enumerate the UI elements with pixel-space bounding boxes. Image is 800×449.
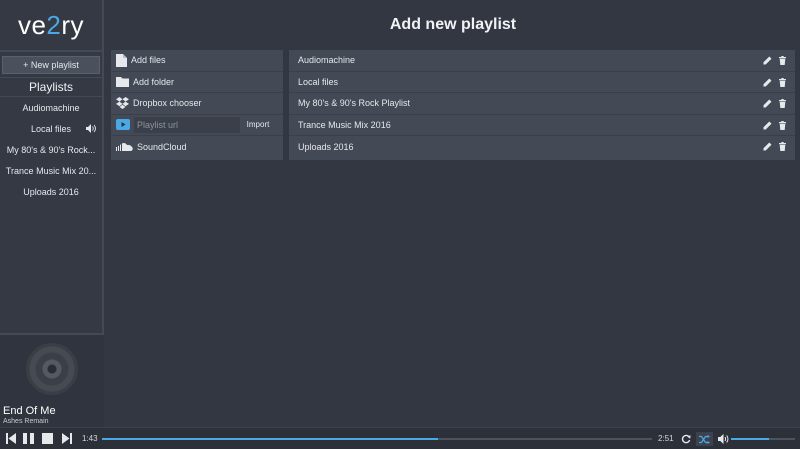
soundcloud-icon bbox=[116, 143, 133, 152]
dropbox-icon bbox=[116, 97, 129, 110]
shuffle-button[interactable] bbox=[696, 432, 713, 446]
playlist-name: Uploads 2016 bbox=[298, 141, 354, 152]
list-item[interactable]: Audiomachine bbox=[289, 50, 795, 72]
sidebar-item-80s-90s-rock[interactable]: My 80's & 90's Rock... bbox=[0, 139, 102, 160]
sidebar-item-uploads-2016[interactable]: Uploads 2016 bbox=[0, 181, 102, 202]
repeat-icon[interactable] bbox=[681, 434, 691, 444]
pencil-icon[interactable] bbox=[763, 78, 772, 87]
page-title: Add new playlist bbox=[389, 16, 517, 33]
pencil-icon[interactable] bbox=[763, 99, 772, 108]
sidebar-item-local-files[interactable]: Local files bbox=[0, 118, 102, 139]
playlist-url-input[interactable] bbox=[134, 116, 240, 133]
album-art-disc bbox=[26, 343, 78, 395]
file-icon bbox=[116, 53, 127, 67]
now-playing-panel: End Of Me Ashes Remain bbox=[0, 333, 104, 427]
list-item[interactable]: My 80's & 90's Rock Playlist bbox=[289, 93, 795, 115]
new-playlist-button[interactable]: + New playlist bbox=[2, 56, 100, 74]
folder-icon bbox=[116, 77, 129, 88]
sidebar: ve 2 ry + New playlist Playlists Audiomach… bbox=[0, 0, 104, 427]
pencil-icon[interactable] bbox=[763, 142, 772, 151]
sidebar-item-label: My 80's & 90's Rock... bbox=[6, 144, 96, 155]
add-folder-button[interactable]: Add folder bbox=[111, 72, 283, 93]
list-item[interactable]: Uploads 2016 bbox=[289, 136, 795, 158]
playlist-manager: Audiomachine Local files My 80's & 90's … bbox=[289, 50, 795, 160]
pencil-icon[interactable] bbox=[763, 121, 772, 130]
skip-forward-icon[interactable] bbox=[62, 433, 72, 444]
playlist-name: Trance Music Mix 2016 bbox=[298, 119, 391, 130]
sidebar-item-label: Trance Music Mix 20... bbox=[5, 165, 97, 176]
sidebar-item-label: Local files bbox=[30, 123, 72, 134]
volume-icon[interactable] bbox=[718, 434, 730, 444]
dropbox-chooser-button[interactable]: Dropbox chooser bbox=[111, 93, 283, 115]
list-item[interactable]: Local files bbox=[289, 72, 795, 93]
dropbox-label: Dropbox chooser bbox=[133, 98, 202, 109]
soundcloud-label: SoundCloud bbox=[137, 141, 187, 152]
sidebar-item-label: Audiomachine bbox=[22, 102, 80, 113]
add-folder-label: Add folder bbox=[133, 76, 175, 87]
sidebar-item-audiomachine[interactable]: Audiomachine bbox=[0, 97, 102, 118]
seek-bar[interactable] bbox=[102, 438, 652, 440]
sidebar-item-trance-mix[interactable]: Trance Music Mix 20... bbox=[0, 160, 102, 181]
playlist-name: Audiomachine bbox=[298, 55, 356, 66]
add-source-panel: Add files Add folder Dropbox chooser Imp… bbox=[111, 50, 283, 160]
trash-icon[interactable] bbox=[778, 77, 787, 87]
pencil-icon[interactable] bbox=[763, 56, 772, 65]
playlist-url-row: Import bbox=[111, 115, 283, 136]
trash-icon[interactable] bbox=[778, 142, 787, 151]
shuffle-icon bbox=[699, 434, 710, 444]
add-files-label: Add files bbox=[131, 55, 166, 66]
add-files-button[interactable]: Add files bbox=[111, 50, 283, 72]
soundcloud-button[interactable]: SoundCloud bbox=[111, 136, 283, 158]
list-item[interactable]: Trance Music Mix 2016 bbox=[289, 115, 795, 136]
trash-icon[interactable] bbox=[778, 120, 787, 130]
duration-time: 2:51 bbox=[658, 434, 674, 443]
app-logo: ve 2 ry bbox=[0, 0, 102, 52]
volume-level bbox=[731, 438, 770, 440]
playlist-name: Local files bbox=[298, 76, 339, 87]
playlist-name: My 80's & 90's Rock Playlist bbox=[298, 98, 410, 109]
player-bar: 1:43 2:51 bbox=[0, 427, 800, 449]
import-button[interactable]: Import bbox=[242, 116, 274, 133]
speaker-icon bbox=[86, 124, 96, 133]
now-playing-title: End Of Me bbox=[3, 405, 56, 417]
trash-icon[interactable] bbox=[778, 99, 787, 108]
trash-icon[interactable] bbox=[778, 56, 787, 65]
sidebar-item-label: Uploads 2016 bbox=[23, 186, 79, 197]
youtube-icon bbox=[116, 119, 130, 131]
volume-slider[interactable] bbox=[731, 438, 795, 440]
elapsed-time: 1:43 bbox=[82, 434, 98, 443]
seek-bar-progress bbox=[102, 438, 438, 440]
stop-icon[interactable] bbox=[42, 433, 53, 444]
now-playing-artist: Ashes Remain bbox=[3, 418, 49, 425]
playlist-list: Audiomachine Local files My 80's & 90's … bbox=[0, 97, 102, 202]
pause-icon[interactable] bbox=[23, 433, 34, 444]
skip-back-icon[interactable] bbox=[6, 433, 16, 444]
playlists-heading: Playlists bbox=[0, 77, 102, 97]
